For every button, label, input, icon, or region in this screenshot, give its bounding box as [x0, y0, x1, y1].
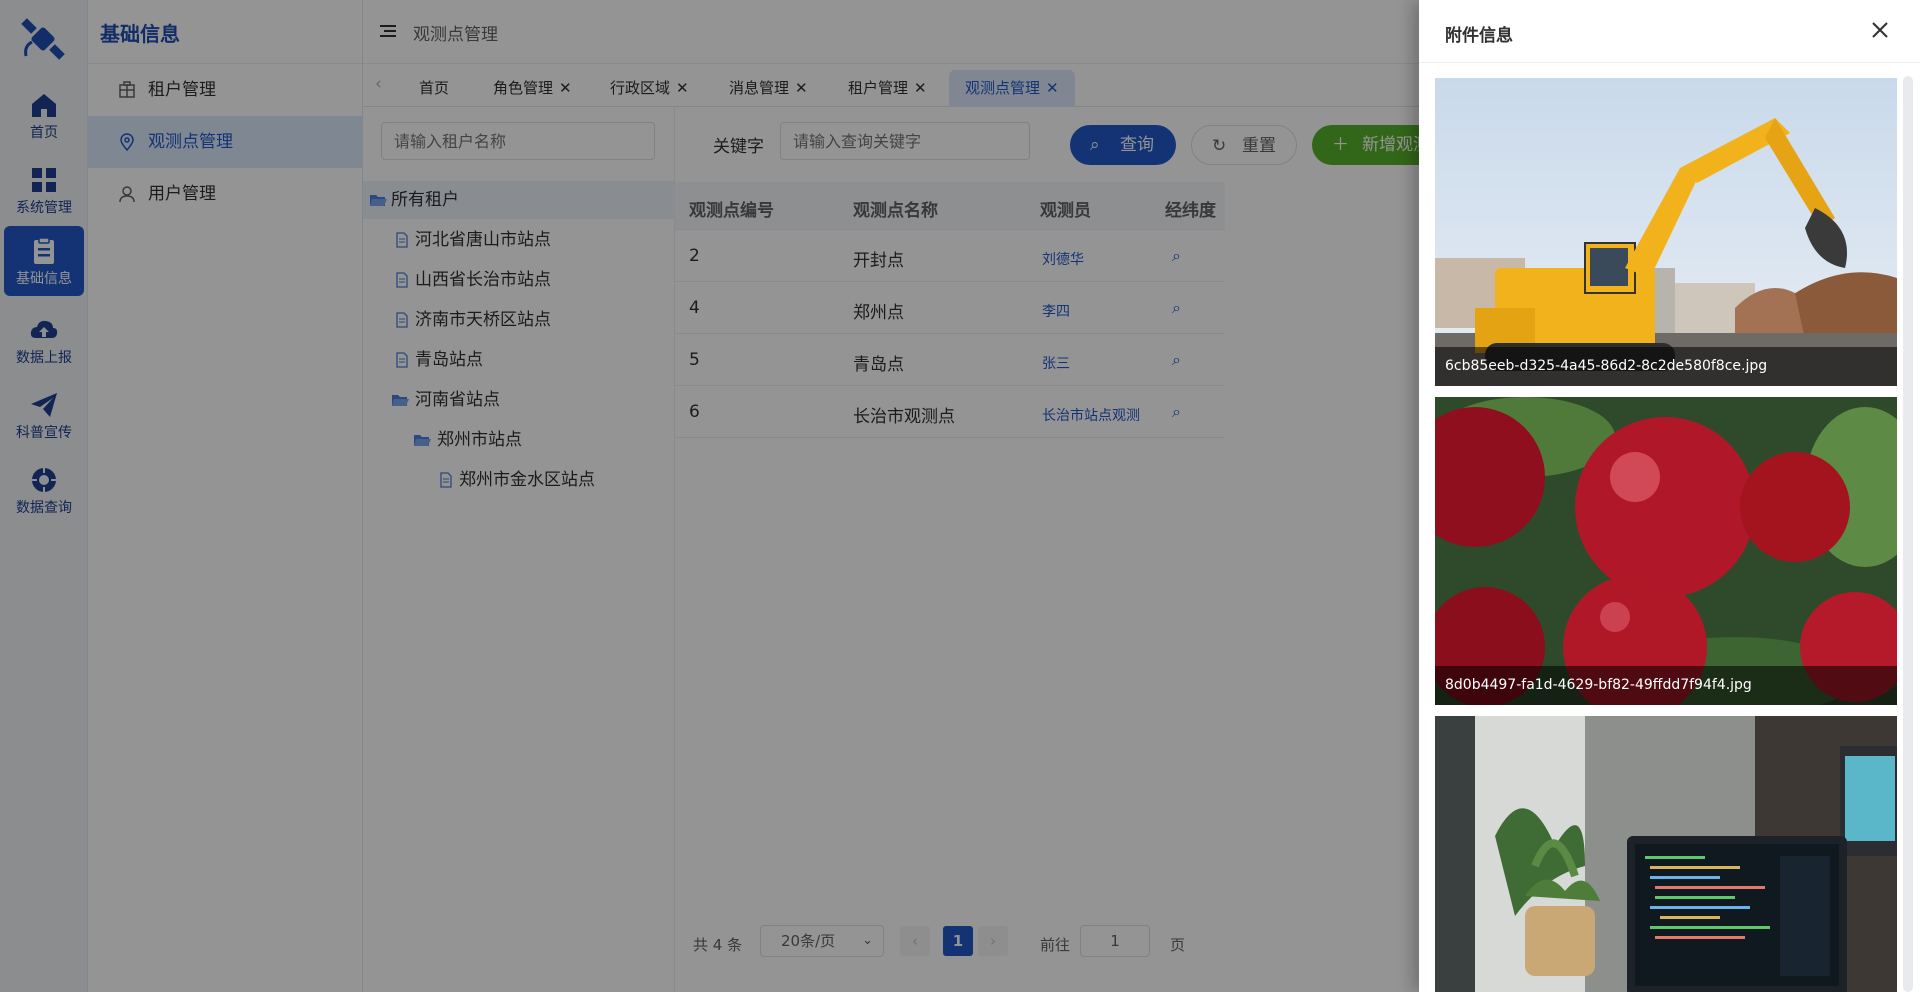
attachment-image[interactable]: 6cb85eeb-d325-4a45-86d2-8c2de580f8ce.jpg	[1435, 78, 1897, 386]
drawer-title: 附件信息	[1445, 26, 1513, 46]
drawer-divider	[1419, 62, 1920, 63]
image-caption: 6cb85eeb-d325-4a45-86d2-8c2de580f8ce.jpg	[1435, 347, 1897, 386]
attachment-drawer: 附件信息 6cb85eeb-d325-4a45-86d2-8c2de580f8c…	[1419, 0, 1920, 992]
excavator-photo	[1435, 78, 1897, 386]
close-icon[interactable]	[1870, 20, 1890, 40]
attachment-image[interactable]: 8d0b4497-fa1d-4629-bf82-49ffdd7f94f4.jpg	[1435, 397, 1897, 705]
attachment-image[interactable]	[1435, 716, 1897, 992]
apples-photo	[1435, 397, 1897, 705]
laptop-photo	[1435, 716, 1897, 992]
image-caption: 8d0b4497-fa1d-4629-bf82-49ffdd7f94f4.jpg	[1435, 666, 1897, 705]
drawer-scrollbar[interactable]	[1903, 76, 1913, 992]
